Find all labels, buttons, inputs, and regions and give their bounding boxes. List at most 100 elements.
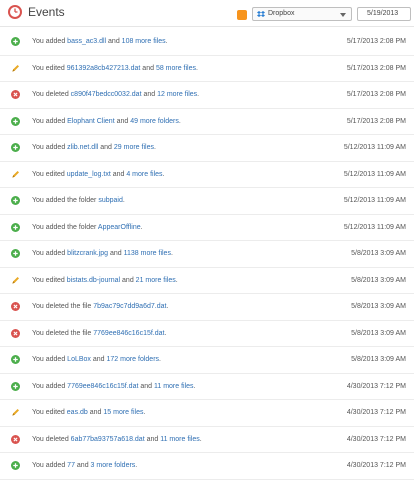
event-period: . — [199, 435, 202, 443]
event-timestamp: 5/17/2013 2:08 PM — [346, 117, 406, 125]
plus-circle-icon — [11, 222, 20, 232]
date-field[interactable]: 5/19/2013 — [357, 7, 411, 21]
event-more-link[interactable]: 1138 more files — [124, 250, 171, 257]
event-row: You deleted the file 7769ee846c16c15f.da… — [0, 321, 414, 347]
event-item-link[interactable]: subpaid — [98, 197, 123, 204]
event-more-link[interactable]: 11 more files — [154, 383, 194, 390]
event-item-link[interactable]: 7769ee846c16c15f.dat — [67, 383, 138, 390]
event-item-link[interactable]: LoLBox — [67, 356, 91, 363]
event-more-link[interactable]: 172 more folders — [107, 356, 160, 363]
event-period: . — [143, 409, 146, 416]
event-period: . — [178, 117, 181, 125]
event-item-link[interactable]: c890f47bedcc0032.dat — [71, 91, 142, 98]
event-row: You added the folder AppearOffline. 5/12/… — [0, 215, 414, 241]
event-text: You added LoLBox and 172 more folders. — [32, 356, 161, 363]
event-action-text: You deleted — [32, 91, 71, 98]
event-item-link[interactable]: 77 — [67, 462, 75, 469]
event-more-link[interactable]: 15 more files — [103, 409, 143, 416]
event-text: You added 77 and 3 more folders. — [32, 462, 137, 469]
event-period: . — [197, 91, 200, 98]
event-row: You edited bistats.db-journal and 21 mor… — [0, 268, 414, 294]
event-action-text: You deleted the file — [32, 303, 94, 310]
pencil-icon — [11, 276, 20, 285]
chevron-down-icon — [340, 13, 346, 17]
dropbox-icon — [257, 11, 265, 17]
event-timestamp: 5/17/2013 2:08 PM — [346, 64, 406, 72]
event-row: You added blitzcrank.jpg and 1138 more f… — [0, 241, 414, 268]
event-conjunction-text: and — [144, 435, 161, 443]
event-conjunction-text: and — [114, 117, 131, 125]
event-conjunction-text: and — [120, 276, 136, 284]
event-item-link[interactable]: 6ab77ba93757a618.dat — [71, 436, 145, 443]
event-action-text: You added — [32, 117, 68, 125]
event-row: You added the folder subpaid. 5/12/2013 1… — [0, 188, 414, 215]
event-more-link[interactable]: 58 more files — [156, 65, 196, 72]
event-timestamp: 5/17/2013 2:08 PM — [346, 91, 406, 98]
event-row: You added 77 and 3 more folders. 4/30/201… — [0, 453, 414, 480]
event-item-link[interactable]: update_log.txt — [67, 171, 111, 178]
event-period: . — [196, 64, 198, 72]
event-item-link[interactable]: Elophant Client — [67, 118, 114, 125]
clock-icon — [8, 5, 22, 19]
event-more-link[interactable]: 12 more files — [157, 91, 197, 98]
event-timestamp: 5/12/2013 11:09 AM — [343, 144, 406, 151]
event-conjunction-text: and — [140, 64, 156, 72]
event-period: . — [159, 356, 161, 363]
event-period: . — [170, 250, 173, 257]
event-timestamp: 5/8/2013 3:09 AM — [351, 276, 406, 284]
event-action-text: You edited — [32, 276, 67, 284]
event-item-link[interactable]: bistats.db-journal — [67, 277, 120, 284]
event-more-link[interactable]: 4 more files — [126, 171, 162, 178]
event-action-text: You added — [32, 144, 68, 151]
event-item-link[interactable]: AppearOffline — [98, 224, 141, 231]
rss-icon[interactable] — [237, 10, 247, 20]
event-text: You edited 961392a8cb427213.dat and 58 m… — [32, 65, 198, 72]
event-row: You deleted c890f47bedcc0032.dat and 12 … — [0, 82, 414, 109]
event-row: You edited 961392a8cb427213.dat and 58 m… — [0, 56, 414, 82]
plus-circle-icon — [11, 116, 20, 126]
event-more-link[interactable]: 21 more files — [136, 277, 176, 284]
event-text: You added bass_ac3.dll and 108 more file… — [32, 38, 168, 45]
event-action-text: You added — [32, 382, 68, 390]
event-period: . — [166, 303, 169, 310]
plus-circle-icon — [11, 249, 20, 258]
dropbox-folder-select[interactable]: Dropbox — [252, 7, 352, 21]
event-timestamp: 5/8/2013 3:09 AM — [351, 329, 406, 337]
event-more-link[interactable]: 49 more folders — [130, 118, 179, 125]
event-item-link[interactable]: 961392a8cb427213.dat — [67, 65, 141, 72]
event-text: You added Elophant Client and 49 more fo… — [32, 118, 181, 125]
event-period: . — [153, 144, 156, 151]
event-conjunction-text: and — [98, 144, 114, 151]
event-period: . — [140, 223, 143, 231]
page-title: Events — [28, 5, 65, 19]
event-item-link[interactable]: eas.db — [67, 409, 88, 416]
pencil-icon — [11, 170, 20, 179]
event-timestamp: 5/12/2013 11:09 AM — [343, 197, 406, 204]
event-text: You added zlib.net.dll and 29 more files… — [32, 144, 156, 151]
event-item-link[interactable]: 7769ee846c16c15f.dat — [93, 330, 164, 337]
plus-circle-icon — [11, 461, 20, 470]
event-item-link[interactable]: 7b9ac79c7dd9a6d7.dat — [93, 303, 166, 310]
pencil-icon — [11, 408, 20, 417]
event-more-link[interactable]: 29 more files — [114, 144, 154, 151]
pencil-icon — [11, 64, 20, 73]
events-header: Events Dropbox 5/19/2013 — [0, 0, 414, 27]
event-timestamp: 5/12/2013 11:09 AM — [343, 170, 406, 178]
event-more-link[interactable]: 3 more folders — [91, 462, 136, 469]
event-text: You added 7769ee846c16c15f.dat and 11 mo… — [32, 383, 196, 390]
plus-circle-icon — [11, 196, 20, 205]
plus-circle-icon — [11, 37, 20, 46]
event-row: You deleted 6ab77ba93757a618.dat and 11 … — [0, 427, 414, 453]
event-period: . — [162, 170, 165, 178]
event-timestamp: 5/17/2013 2:08 PM — [346, 38, 406, 45]
dropdown-value: Dropbox — [268, 10, 295, 17]
event-row: You added zlib.net.dll and 29 more files… — [0, 135, 414, 162]
event-item-link[interactable]: zlib.net.dll — [67, 144, 98, 151]
event-conjunction-text: and — [87, 409, 104, 416]
event-text: You deleted 6ab77ba93757a618.dat and 11 … — [32, 436, 202, 443]
event-more-link[interactable]: 11 more files — [160, 436, 200, 443]
event-more-link[interactable]: 108 more files — [122, 38, 166, 45]
event-item-link[interactable]: bass_ac3.dll — [67, 38, 106, 45]
event-item-link[interactable]: blitzcrank.jpg — [67, 250, 108, 257]
event-period: . — [175, 276, 178, 284]
